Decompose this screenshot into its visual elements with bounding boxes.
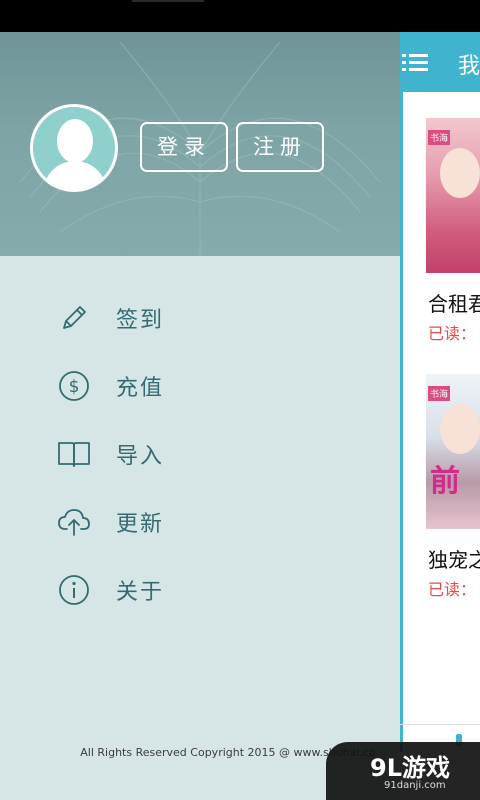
pencil-icon bbox=[56, 300, 92, 336]
register-button[interactable]: 注册 bbox=[236, 122, 324, 172]
book-cover[interactable]: 书海 前 bbox=[426, 374, 480, 529]
book-read-status: 已读： bbox=[428, 580, 477, 599]
menu-item-label: 签到 bbox=[116, 308, 165, 333]
cover-publisher-tag: 书海 bbox=[428, 130, 451, 145]
menu-item-update[interactable]: 更新 bbox=[56, 502, 356, 542]
login-button[interactable]: 登录 bbox=[140, 122, 228, 172]
cloud-upload-icon bbox=[56, 504, 92, 540]
book-cover[interactable]: 书海 bbox=[426, 118, 480, 273]
cover-publisher-tag: 书海 bbox=[428, 386, 451, 401]
menu-item-sign-in[interactable]: 签到 bbox=[56, 298, 356, 338]
watermark-url: 91danji.com bbox=[384, 780, 446, 791]
svg-text:$: $ bbox=[69, 377, 80, 397]
dollar-icon: $ bbox=[56, 368, 92, 404]
status-bar bbox=[0, 0, 480, 32]
info-icon bbox=[56, 572, 92, 608]
menu-item-recharge[interactable]: $ 充值 bbox=[56, 366, 356, 406]
main-title: 我 bbox=[458, 54, 480, 79]
cover-figure bbox=[440, 404, 480, 454]
avatar-body-shape bbox=[43, 161, 107, 189]
cover-figure bbox=[440, 148, 480, 198]
menu-item-import[interactable]: 导入 bbox=[56, 434, 356, 474]
menu-item-label: 更新 bbox=[116, 512, 165, 537]
drawer-header: 登录 注册 bbox=[0, 32, 400, 256]
menu-item-label: 关于 bbox=[116, 580, 165, 605]
site-watermark: 9L游戏 91danji.com bbox=[326, 742, 480, 800]
bottom-divider bbox=[400, 724, 480, 725]
user-avatar[interactable] bbox=[30, 104, 118, 192]
navigation-drawer: 登录 注册 签到 $ 充值 导入 更新 关于 All Rights Reserv… bbox=[0, 32, 400, 800]
open-book-icon bbox=[56, 436, 92, 472]
panel-edge bbox=[400, 92, 403, 752]
book-read-status: 已读： bbox=[428, 324, 477, 343]
main-topbar: 我 bbox=[400, 32, 480, 92]
menu-item-label: 导入 bbox=[116, 444, 165, 469]
hamburger-menu-icon[interactable] bbox=[402, 52, 428, 72]
menu-item-label: 充值 bbox=[116, 376, 165, 401]
book-title[interactable]: 独宠之 bbox=[428, 544, 480, 573]
watermark-logo: 9L游戏 bbox=[370, 754, 450, 782]
cover-title-text: 前 bbox=[430, 464, 460, 499]
status-bar-indicator bbox=[132, 0, 204, 2]
main-content-panel[interactable]: 我 书海 合租君 已读： 书海 前 独宠之 已读： bbox=[400, 32, 480, 800]
book-title[interactable]: 合租君 bbox=[428, 288, 480, 317]
menu-item-about[interactable]: 关于 bbox=[56, 570, 356, 610]
avatar-head-shape bbox=[57, 119, 93, 163]
